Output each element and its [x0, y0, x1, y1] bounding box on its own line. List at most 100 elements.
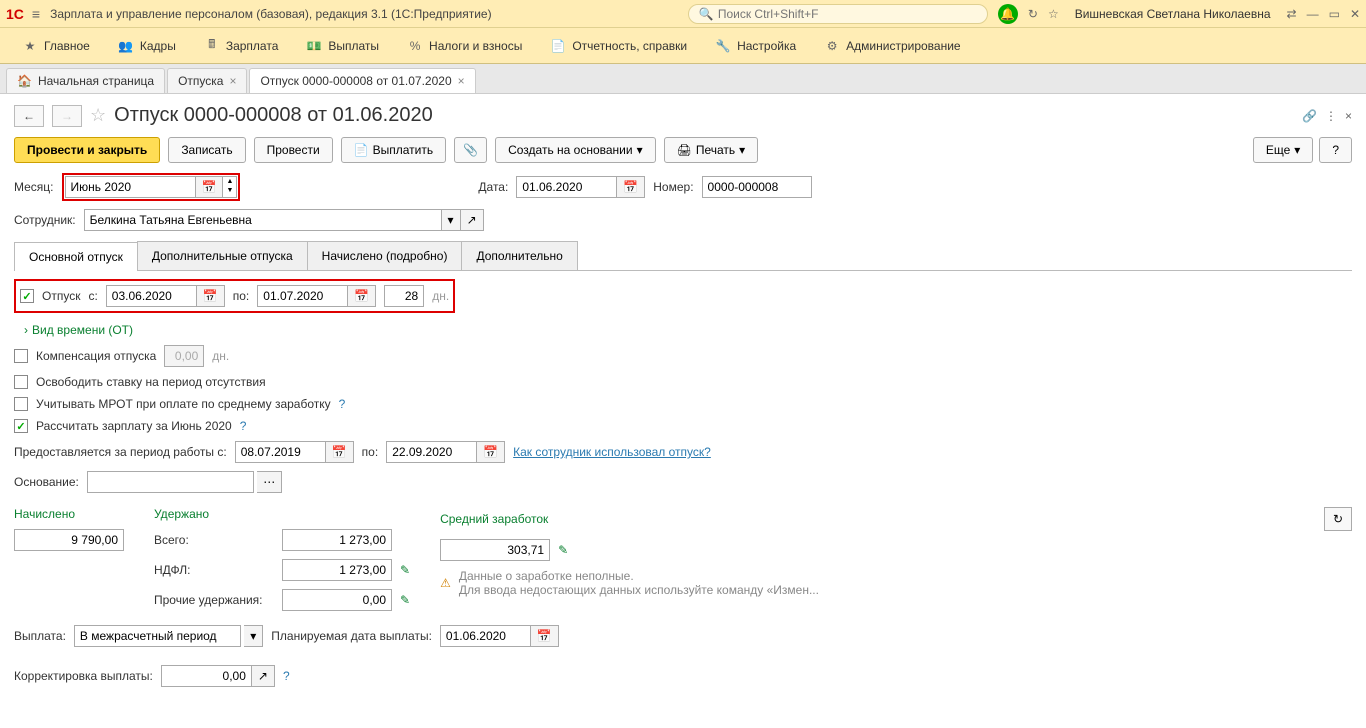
help-button[interactable]: ?: [1319, 137, 1352, 163]
menu-admin[interactable]: ⚙Администрирование: [812, 35, 972, 57]
chevron-down-icon[interactable]: ▾: [244, 625, 263, 647]
correction-field[interactable]: ↗: [161, 665, 275, 687]
bell-icon[interactable]: 🔔: [998, 4, 1018, 24]
employee-input[interactable]: [84, 209, 442, 231]
vacation-checkbox[interactable]: [20, 289, 34, 303]
open-icon[interactable]: ↗: [251, 665, 275, 687]
calc-salary-checkbox[interactable]: [14, 419, 28, 433]
doctab-additional[interactable]: Дополнительные отпуска: [137, 241, 308, 270]
doctab-main[interactable]: Основной отпуск: [14, 242, 138, 271]
minimize-icon[interactable]: —: [1307, 7, 1319, 21]
basis-input[interactable]: [87, 471, 254, 493]
vacation-to-field[interactable]: 📅: [257, 285, 376, 307]
post-close-button[interactable]: Провести и закрыть: [14, 137, 160, 163]
work-from-field[interactable]: 📅: [235, 441, 354, 463]
star-icon[interactable]: ☆: [1048, 7, 1059, 21]
global-search[interactable]: 🔍: [688, 4, 988, 24]
employee-combo[interactable]: ▾ ↗: [84, 209, 484, 231]
print-button[interactable]: 🖨 Печать ▾: [664, 137, 759, 163]
menu-main[interactable]: ★Главное: [10, 35, 102, 57]
vacation-from-field[interactable]: 📅: [106, 285, 225, 307]
mrot-checkbox[interactable]: [14, 397, 28, 411]
hamburger-icon[interactable]: ≡: [32, 6, 40, 22]
edit-icon[interactable]: ✎: [400, 563, 410, 577]
link-icon[interactable]: 🔗: [1302, 109, 1317, 123]
restore-icon[interactable]: ▭: [1329, 7, 1340, 21]
settings-icon[interactable]: ⇄: [1287, 7, 1297, 21]
work-from-input[interactable]: [235, 441, 325, 463]
more-icon[interactable]: ⋮: [1325, 109, 1337, 123]
help-icon[interactable]: ?: [339, 397, 346, 411]
menu-salary[interactable]: 🖩Зарплата: [192, 31, 291, 60]
month-spinner[interactable]: ▲▼: [223, 176, 237, 198]
close-icon[interactable]: ×: [1345, 109, 1352, 123]
number-input[interactable]: [702, 176, 812, 198]
calendar-icon[interactable]: 📅: [196, 285, 225, 307]
vacation-to-input[interactable]: [257, 285, 347, 307]
doctab-extra[interactable]: Дополнительно: [461, 241, 577, 270]
back-button[interactable]: ←: [14, 105, 44, 127]
help-icon[interactable]: ?: [240, 419, 247, 433]
date-field[interactable]: 📅: [516, 176, 645, 198]
calendar-icon[interactable]: 📅: [347, 285, 376, 307]
payout-combo[interactable]: ▾: [74, 625, 263, 647]
close-icon[interactable]: ×: [229, 74, 236, 88]
forward-button[interactable]: →: [52, 105, 82, 127]
tab-home[interactable]: 🏠Начальная страница: [6, 68, 165, 93]
usage-link[interactable]: Как сотрудник использовал отпуск?: [513, 445, 711, 459]
time-type-link[interactable]: ›Вид времени (ОТ): [24, 323, 133, 337]
titlebar-icons: ↻ ☆ Вишневская Светлана Николаевна ⇄ — ▭…: [1028, 7, 1360, 21]
refresh-button[interactable]: ↻: [1324, 507, 1352, 531]
calendar-icon[interactable]: 📅: [530, 625, 559, 647]
menu-payouts[interactable]: 💵Выплаты: [294, 35, 391, 57]
compensation-checkbox[interactable]: [14, 349, 28, 363]
doctab-accrued[interactable]: Начислено (подробно): [307, 241, 463, 270]
basis-combo[interactable]: ⋯: [87, 471, 1107, 493]
tab-vacations[interactable]: Отпуска×: [167, 68, 247, 93]
planned-input[interactable]: [440, 625, 530, 647]
vacation-from-input[interactable]: [106, 285, 196, 307]
calendar-icon[interactable]: 📅: [476, 441, 505, 463]
work-to-input[interactable]: [386, 441, 476, 463]
post-button[interactable]: Провести: [254, 137, 333, 163]
date-input[interactable]: [516, 176, 616, 198]
correction-input[interactable]: [161, 665, 251, 687]
ellipsis-icon[interactable]: ⋯: [257, 471, 282, 493]
payout-input[interactable]: [74, 625, 241, 647]
create-based-button[interactable]: Создать на основании ▾: [495, 137, 656, 163]
close-icon[interactable]: ×: [458, 74, 465, 88]
history-icon[interactable]: ↻: [1028, 7, 1038, 21]
write-button[interactable]: Записать: [168, 137, 245, 163]
month-input[interactable]: [65, 176, 195, 198]
calendar-icon[interactable]: 📅: [616, 176, 645, 198]
month-field[interactable]: 📅 ▲▼: [65, 176, 238, 198]
edit-icon[interactable]: ✎: [400, 593, 410, 607]
work-to-field[interactable]: 📅: [386, 441, 505, 463]
menu-reports[interactable]: 📄Отчетность, справки: [538, 35, 699, 57]
help-icon[interactable]: ?: [283, 669, 290, 683]
calendar-icon[interactable]: 📅: [195, 176, 224, 198]
pay-button[interactable]: 📄Выплатить: [341, 137, 446, 163]
menu-label: Выплаты: [328, 39, 379, 53]
release-checkbox[interactable]: [14, 375, 28, 389]
planned-field[interactable]: 📅: [440, 625, 559, 647]
favorite-icon[interactable]: ☆: [90, 105, 106, 126]
tab-vacation-doc[interactable]: Отпуск 0000-000008 от 01.07.2020×: [249, 68, 475, 93]
close-icon[interactable]: ✕: [1350, 7, 1360, 21]
menu-hr[interactable]: 👥Кадры: [106, 35, 188, 57]
total-value[interactable]: [282, 529, 392, 551]
more-button[interactable]: Еще ▾: [1253, 137, 1313, 163]
avg-earn-value[interactable]: [440, 539, 550, 561]
calendar-icon[interactable]: 📅: [325, 441, 354, 463]
open-icon[interactable]: ↗: [461, 209, 484, 231]
accrued-value[interactable]: [14, 529, 124, 551]
menu-taxes[interactable]: %Налоги и взносы: [395, 35, 534, 57]
other-value[interactable]: [282, 589, 392, 611]
menu-settings[interactable]: 🔧Настройка: [703, 35, 808, 57]
attach-button[interactable]: 📎: [454, 137, 487, 163]
search-input[interactable]: [718, 7, 977, 21]
ndfl-value[interactable]: [282, 559, 392, 581]
vacation-days-input[interactable]: [384, 285, 424, 307]
chevron-down-icon[interactable]: ▾: [442, 209, 461, 231]
edit-icon[interactable]: ✎: [558, 543, 568, 557]
